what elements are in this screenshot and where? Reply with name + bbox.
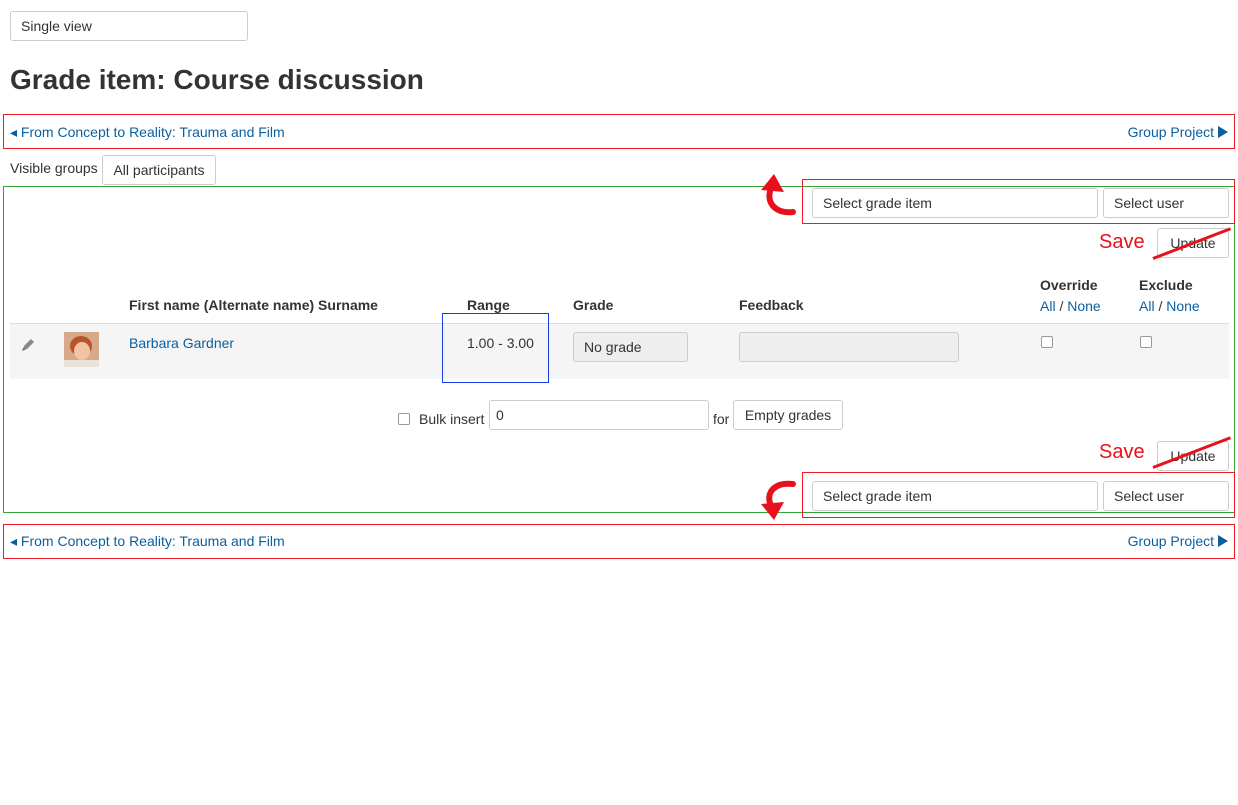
grade-input[interactable]: No grade bbox=[573, 332, 688, 362]
nav-bottom-prev-link[interactable]: ◂ From Concept to Reality: Trauma and Fi… bbox=[10, 533, 285, 550]
user-select-top[interactable]: Select user bbox=[1103, 188, 1229, 218]
groups-label: Visible groups bbox=[10, 160, 98, 176]
save-annotation-bottom: Save bbox=[1099, 441, 1145, 463]
bulk-insert-option: Empty grades bbox=[744, 407, 832, 423]
groups-select[interactable]: All participants bbox=[102, 155, 216, 185]
exclude-all-link[interactable]: All bbox=[1139, 298, 1155, 314]
view-select-value: Single view bbox=[21, 18, 92, 34]
exclude-links: All / None bbox=[1139, 298, 1200, 314]
user-select-bottom-value: Select user bbox=[1114, 488, 1185, 504]
bulk-insert-for-label: for bbox=[713, 411, 730, 427]
groups-select-value: All participants bbox=[113, 162, 205, 178]
curved-arrow-icon bbox=[761, 480, 796, 520]
save-annotation-top: Save bbox=[1099, 231, 1145, 253]
nav-top-next[interactable]: Group Project bbox=[1128, 124, 1228, 140]
curved-arrow-icon bbox=[761, 174, 796, 216]
grade-item-select-bottom[interactable]: Select grade item bbox=[812, 481, 1098, 511]
grade-item-select-bottom-value: Select grade item bbox=[823, 488, 932, 504]
grade-input-value: No grade bbox=[584, 339, 642, 355]
override-checkbox[interactable] bbox=[1041, 336, 1053, 348]
user-select-top-value: Select user bbox=[1114, 195, 1185, 211]
header-name: First name (Alternate name) Surname bbox=[129, 297, 378, 313]
exclude-checkbox[interactable] bbox=[1140, 336, 1152, 348]
header-grade: Grade bbox=[573, 297, 614, 313]
bulk-insert-label: Bulk insert bbox=[419, 411, 485, 427]
user-name-link[interactable]: Barbara Gardner bbox=[129, 335, 234, 351]
pencil-icon[interactable] bbox=[21, 338, 35, 352]
grade-item-select-top-value: Select grade item bbox=[823, 195, 932, 211]
triangle-right-icon bbox=[1218, 126, 1228, 138]
view-select[interactable]: Single view bbox=[10, 11, 248, 41]
header-range: Range bbox=[467, 297, 510, 313]
grade-item-select-top[interactable]: Select grade item bbox=[812, 188, 1098, 218]
bulk-insert-option-select[interactable]: Empty grades bbox=[733, 400, 843, 430]
override-none-link[interactable]: None bbox=[1067, 298, 1100, 314]
override-all-link[interactable]: All bbox=[1040, 298, 1056, 314]
page-title: Grade item: Course discussion bbox=[10, 64, 424, 95]
nav-bottom-next[interactable]: Group Project bbox=[1128, 533, 1228, 549]
bulk-insert-checkbox[interactable] bbox=[398, 413, 410, 425]
bulk-insert-value: 0 bbox=[496, 407, 504, 423]
header-exclude: Exclude bbox=[1139, 277, 1193, 293]
range-value: 1.00 - 3.00 bbox=[467, 335, 534, 351]
user-select-bottom[interactable]: Select user bbox=[1103, 481, 1229, 511]
exclude-sep: / bbox=[1158, 298, 1163, 314]
triangle-right-icon bbox=[1218, 535, 1228, 547]
override-sep: / bbox=[1059, 298, 1064, 314]
exclude-none-link[interactable]: None bbox=[1166, 298, 1199, 314]
header-override: Override bbox=[1040, 277, 1098, 293]
nav-top-prev-link[interactable]: ◂ From Concept to Reality: Trauma and Fi… bbox=[10, 124, 285, 141]
nav-top-next-link[interactable]: Group Project bbox=[1128, 124, 1214, 140]
update-button-bottom[interactable]: Update bbox=[1157, 441, 1229, 471]
header-feedback: Feedback bbox=[739, 297, 804, 313]
user-avatar[interactable] bbox=[64, 332, 99, 367]
nav-bottom-next-link[interactable]: Group Project bbox=[1128, 533, 1214, 549]
override-links: All / None bbox=[1040, 298, 1101, 314]
bulk-insert-value-input[interactable]: 0 bbox=[489, 400, 709, 430]
feedback-input[interactable] bbox=[739, 332, 959, 362]
